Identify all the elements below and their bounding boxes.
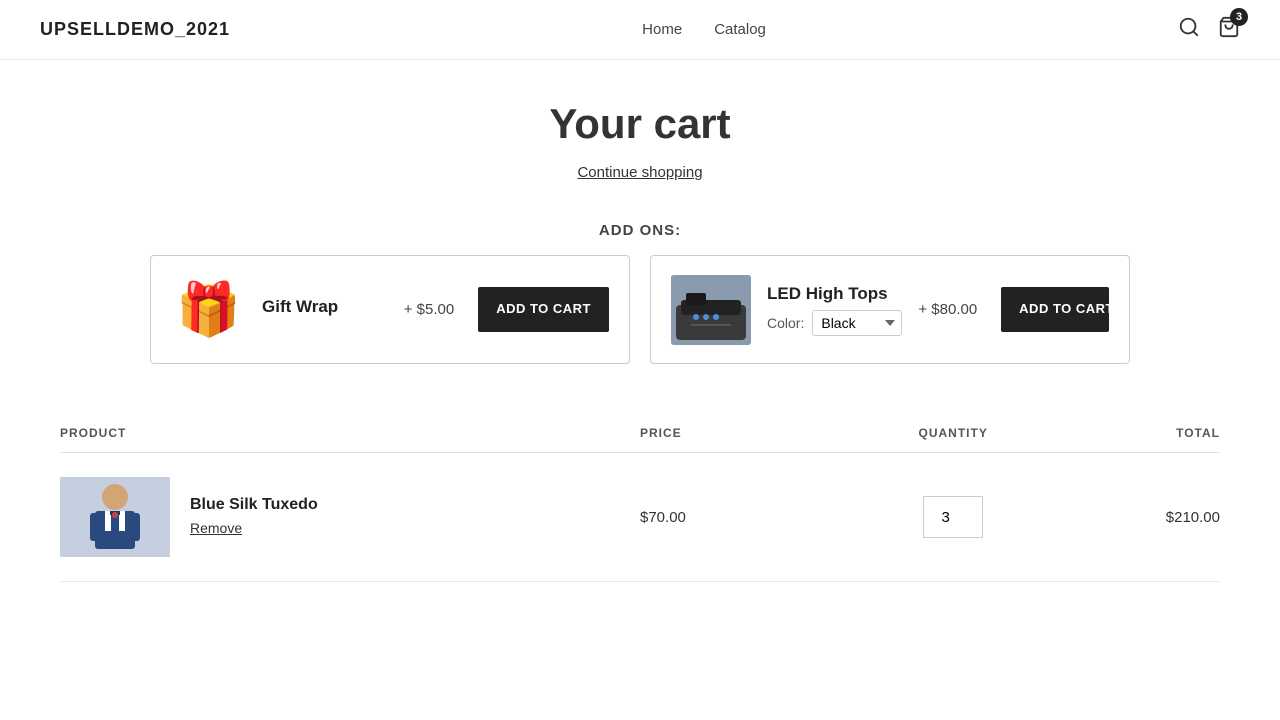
- header: UPSELLDEMO_2021 Home Catalog 3: [0, 0, 1280, 60]
- col-product: PRODUCT: [60, 414, 640, 453]
- total-cell: $210.00: [1058, 453, 1220, 582]
- color-select[interactable]: Black White Red Blue: [812, 310, 902, 336]
- table-row: Blue Silk Tuxedo Remove $70.00 $210.00: [60, 453, 1220, 582]
- addon-image-gift-wrap: 🎁: [171, 272, 246, 347]
- cart-table-header: PRODUCT PRICE QUANTITY TOTAL: [60, 414, 1220, 453]
- addon-image-led-high-tops: [671, 275, 751, 345]
- page-title: Your cart: [60, 100, 1220, 148]
- cart-table: PRODUCT PRICE QUANTITY TOTAL: [60, 414, 1220, 582]
- col-price: PRICE: [640, 414, 849, 453]
- main-nav: Home Catalog: [642, 21, 766, 38]
- addon-info-gift-wrap: Gift Wrap: [262, 297, 388, 323]
- search-icon[interactable]: [1178, 16, 1200, 44]
- color-label: Color:: [767, 315, 804, 331]
- header-icons: 3: [1178, 16, 1240, 44]
- product-details: Blue Silk Tuxedo Remove: [190, 496, 318, 538]
- addon-price-led-high-tops: + $80.00: [918, 301, 977, 318]
- product-cell-inner: Blue Silk Tuxedo Remove: [60, 477, 640, 557]
- col-quantity: QUANTITY: [849, 414, 1058, 453]
- addon-name-led-high-tops: LED High Tops: [767, 284, 902, 304]
- addon-price-gift-wrap: + $5.00: [404, 301, 454, 318]
- product-image: [60, 477, 170, 557]
- remove-button[interactable]: Remove: [190, 520, 242, 536]
- cart-table-body: Blue Silk Tuxedo Remove $70.00 $210.00: [60, 453, 1220, 582]
- col-total: TOTAL: [1058, 414, 1220, 453]
- product-cell: Blue Silk Tuxedo Remove: [60, 453, 640, 582]
- nav-home[interactable]: Home: [642, 21, 682, 38]
- price-cell: $70.00: [640, 453, 849, 582]
- nav-catalog[interactable]: Catalog: [714, 21, 766, 38]
- continue-shopping-anchor[interactable]: Continue shopping: [577, 164, 702, 181]
- product-name: Blue Silk Tuxedo: [190, 496, 318, 514]
- addons-grid: 🎁 Gift Wrap + $5.00 ADD TO CART: [60, 255, 1220, 364]
- cart-badge: 3: [1230, 8, 1248, 26]
- addon-card-led-high-tops: LED High Tops Color: Black White Red Blu…: [650, 255, 1130, 364]
- quantity-cell: [849, 453, 1058, 582]
- addon-info-led-high-tops: LED High Tops Color: Black White Red Blu…: [767, 284, 902, 336]
- continue-shopping-link[interactable]: Continue shopping: [60, 164, 1220, 182]
- addon-name-gift-wrap: Gift Wrap: [262, 297, 388, 317]
- cart-icon[interactable]: 3: [1218, 16, 1240, 44]
- addon-color-row: Color: Black White Red Blue: [767, 310, 902, 336]
- addon-add-to-cart-gift-wrap[interactable]: ADD TO CART: [478, 287, 609, 332]
- addon-add-to-cart-led-high-tops[interactable]: ADD TO CART: [1001, 287, 1109, 332]
- site-logo[interactable]: UPSELLDEMO_2021: [40, 19, 230, 40]
- addons-label: ADD ONS:: [60, 222, 1220, 239]
- main-content: Your cart Continue shopping ADD ONS: 🎁 G…: [40, 60, 1240, 622]
- addon-card-gift-wrap: 🎁 Gift Wrap + $5.00 ADD TO CART: [150, 255, 630, 364]
- quantity-input[interactable]: [923, 496, 983, 538]
